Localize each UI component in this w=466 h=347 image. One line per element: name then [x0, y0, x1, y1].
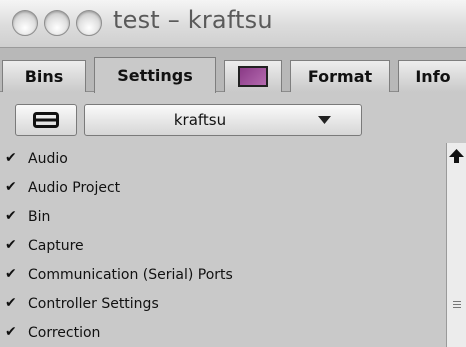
checkmark-icon[interactable]: ✔ — [5, 324, 17, 340]
list-item-label: Controller Settings — [28, 296, 159, 312]
tab-info[interactable]: Info — [398, 60, 466, 92]
list-item[interactable]: ✔ Correction — [0, 321, 440, 345]
checkmark-icon[interactable]: ✔ — [5, 208, 17, 224]
tab-bins[interactable]: Bins — [2, 60, 86, 92]
list-item[interactable]: ✔ Communication (Serial) Ports — [0, 263, 440, 287]
checkmark-icon[interactable]: ✔ — [5, 150, 17, 166]
list-item-label: Correction — [28, 325, 101, 341]
zoom-button[interactable] — [76, 10, 102, 36]
settings-popup-value: kraftsu — [173, 111, 227, 129]
vertical-scrollbar[interactable] — [446, 143, 466, 347]
scroll-up-arrow-icon[interactable] — [449, 149, 464, 163]
list-item-label: Audio Project — [28, 180, 121, 196]
settings-list: ✔ Audio ✔ Audio Project ✔ Bin ✔ Capture … — [0, 143, 446, 347]
list-view-icon — [33, 112, 59, 128]
tab-bar: Bins Settings Format Info — [0, 48, 466, 93]
view-mode-button[interactable] — [15, 104, 77, 136]
title-bar: test – kraftsu — [0, 0, 466, 48]
tab-info-label: Info — [415, 67, 451, 86]
settings-popup[interactable]: kraftsu — [84, 104, 362, 136]
checkmark-icon[interactable]: ✔ — [5, 295, 17, 311]
minimize-button[interactable] — [44, 10, 70, 36]
tab-settings[interactable]: Settings — [94, 57, 216, 93]
list-item[interactable]: ✔ Capture — [0, 234, 440, 258]
window-title: test – kraftsu — [113, 6, 273, 34]
list-item[interactable]: ✔ Audio — [0, 147, 440, 171]
tab-bins-label: Bins — [24, 67, 64, 86]
checkmark-icon[interactable]: ✔ — [5, 266, 17, 282]
list-item-label: Bin — [28, 209, 51, 225]
checkmark-icon[interactable]: ✔ — [5, 179, 17, 195]
tab-settings-label: Settings — [117, 66, 193, 85]
list-item[interactable]: ✔ Controller Settings — [0, 292, 440, 316]
list-item-label: Communication (Serial) Ports — [28, 267, 233, 283]
color-swatch-icon — [238, 66, 268, 87]
list-item[interactable]: ✔ Audio Project — [0, 176, 440, 200]
checkmark-icon[interactable]: ✔ — [5, 237, 17, 253]
close-button[interactable] — [12, 10, 38, 36]
list-item-label: Audio — [28, 151, 68, 167]
tab-format-label: Format — [307, 67, 373, 86]
tab-format[interactable]: Format — [290, 60, 390, 92]
scroll-grip-icon[interactable] — [449, 293, 464, 315]
list-item-label: Capture — [28, 238, 84, 254]
chevron-down-icon — [318, 116, 331, 124]
tab-color[interactable] — [224, 60, 282, 92]
list-item[interactable]: ✔ Bin — [0, 205, 440, 229]
